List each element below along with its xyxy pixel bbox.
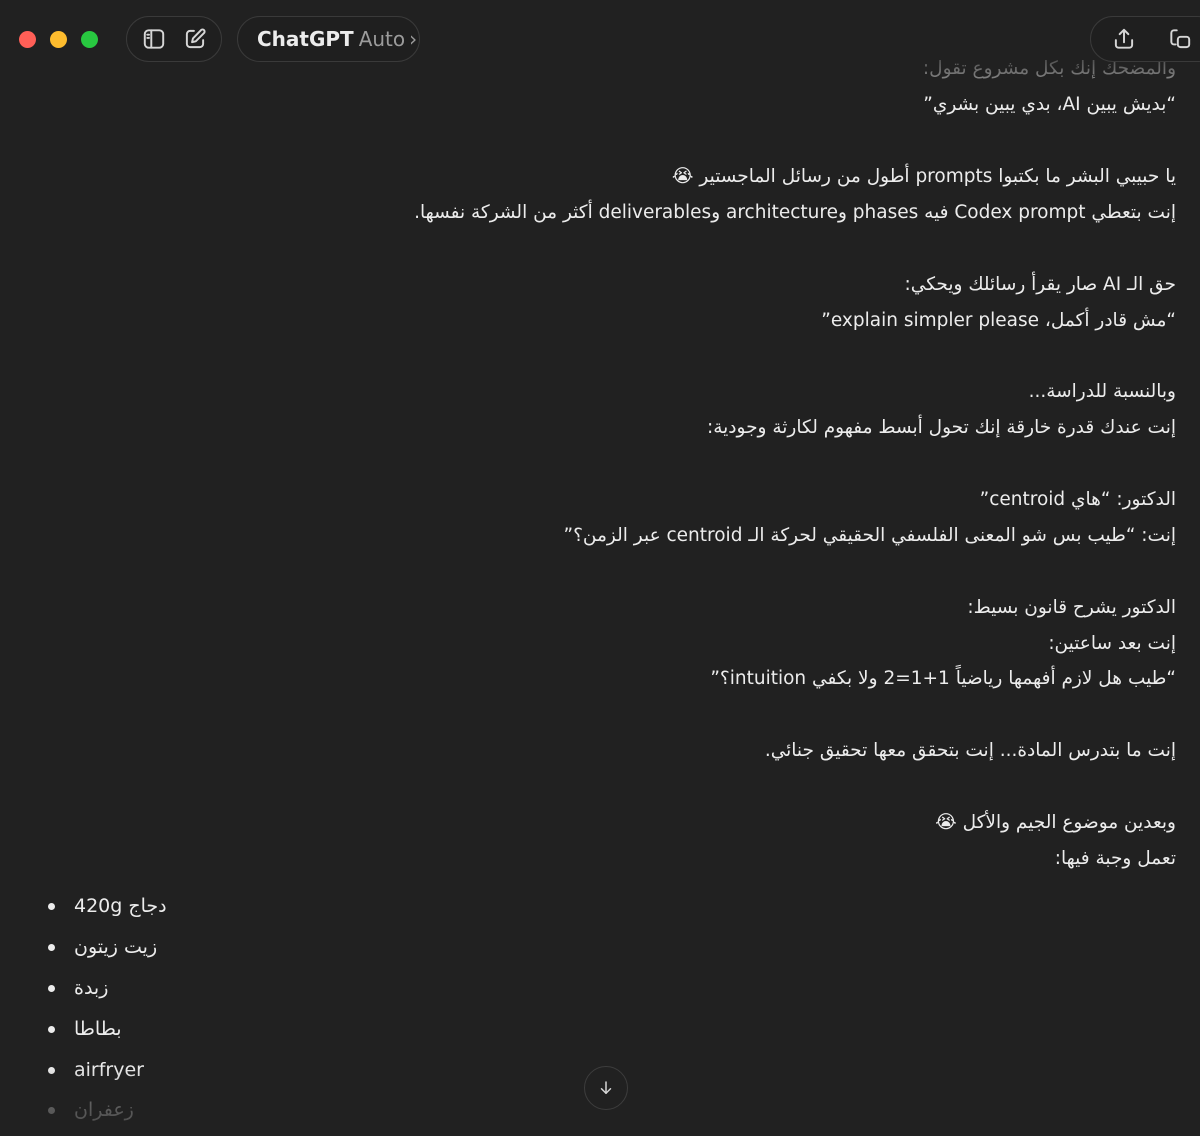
message-line: “بديش يبين AI، بدي يبين بشري” xyxy=(923,94,1176,115)
list-item: بطاطا xyxy=(48,1015,122,1043)
message-line: الدكتور: “هاي centroid” xyxy=(979,489,1176,510)
list-item-text: زبدة xyxy=(74,977,109,999)
bullet-icon xyxy=(48,1106,55,1114)
message-line: إنت عندك قدرة خارقة إنك تحول أبسط مفهوم … xyxy=(707,417,1176,438)
title-bar: ChatGPT Auto › xyxy=(0,0,1200,80)
share-actions-group xyxy=(1090,16,1200,62)
message-line: إنت بعد ساعتين: xyxy=(1048,633,1176,654)
window-close-button[interactable] xyxy=(19,31,36,48)
open-window-icon xyxy=(1170,29,1191,49)
message-line: إنت: “طيب بس شو المعنى الفلسفي الحقيقي ل… xyxy=(563,525,1176,546)
list-item: دجاج 420g xyxy=(48,892,167,920)
list-item-text: airfryer xyxy=(74,1059,144,1081)
window-minimize-button[interactable] xyxy=(50,31,67,48)
model-mode: Auto xyxy=(358,27,406,51)
window-maximize-button[interactable] xyxy=(81,31,98,48)
message-line: وبالنسبة للدراسة... xyxy=(1028,381,1176,402)
sidebar-toggle-button[interactable] xyxy=(139,24,169,54)
message-line: حق الـ AI صار يقرأ رسائلك ويحكي: xyxy=(904,274,1176,295)
message-line: “مش قادر أكمل، explain simpler please” xyxy=(821,310,1176,331)
arrow-down-icon xyxy=(600,1081,612,1094)
message-line: يا حبيبي البشر ما بكتبوا prompts أطول من… xyxy=(671,166,1176,187)
new-chat-icon xyxy=(185,28,206,49)
model-name: ChatGPT xyxy=(257,27,354,51)
bullet-icon xyxy=(48,1025,55,1033)
share-button[interactable] xyxy=(1109,24,1139,54)
message-line: إنت بتعطي Codex prompt فيه phases وarchi… xyxy=(414,202,1176,223)
open-window-button[interactable] xyxy=(1165,24,1195,54)
message-line: تعمل وجبة فيها: xyxy=(1054,848,1176,869)
new-chat-button[interactable] xyxy=(180,24,210,54)
list-item: زيت زيتون xyxy=(48,933,157,961)
list-item: airfryer xyxy=(48,1056,144,1084)
bullet-icon xyxy=(48,943,55,951)
list-item-text: بطاطا xyxy=(74,1018,122,1040)
list-item-text: زيت زيتون xyxy=(74,936,158,958)
list-item: زبدة xyxy=(48,974,108,1002)
chevron-right-icon: › xyxy=(409,27,418,51)
share-icon xyxy=(1114,28,1134,49)
list-item-text: دجاج 420g xyxy=(74,895,167,917)
bullet-icon xyxy=(48,902,55,910)
list-item-text: زعفران xyxy=(74,1099,134,1121)
message-line: “طيب هل لازم أفهمها رياضياً 1+1=2 ولا بك… xyxy=(710,668,1176,689)
model-selector[interactable]: ChatGPT Auto › xyxy=(237,16,420,62)
chat-window: ChatGPT Auto › والمضحك إنك بكل مشروع تقو… xyxy=(0,0,1200,1136)
message-line: وبعدين موضوع الجيم والأكل 😭 xyxy=(935,812,1176,833)
bullet-icon xyxy=(48,1066,55,1074)
scroll-to-bottom-button[interactable] xyxy=(584,1066,628,1110)
bullet-icon xyxy=(48,984,55,992)
message-line: إنت ما بتدرس المادة... إنت بتحقق معها تح… xyxy=(764,740,1176,761)
sidebar-toggle-icon xyxy=(143,29,164,49)
message-line: الدكتور يشرح قانون بسيط: xyxy=(967,597,1176,618)
list-item: زعفران xyxy=(48,1096,134,1124)
sidebar-actions-group xyxy=(126,16,222,62)
